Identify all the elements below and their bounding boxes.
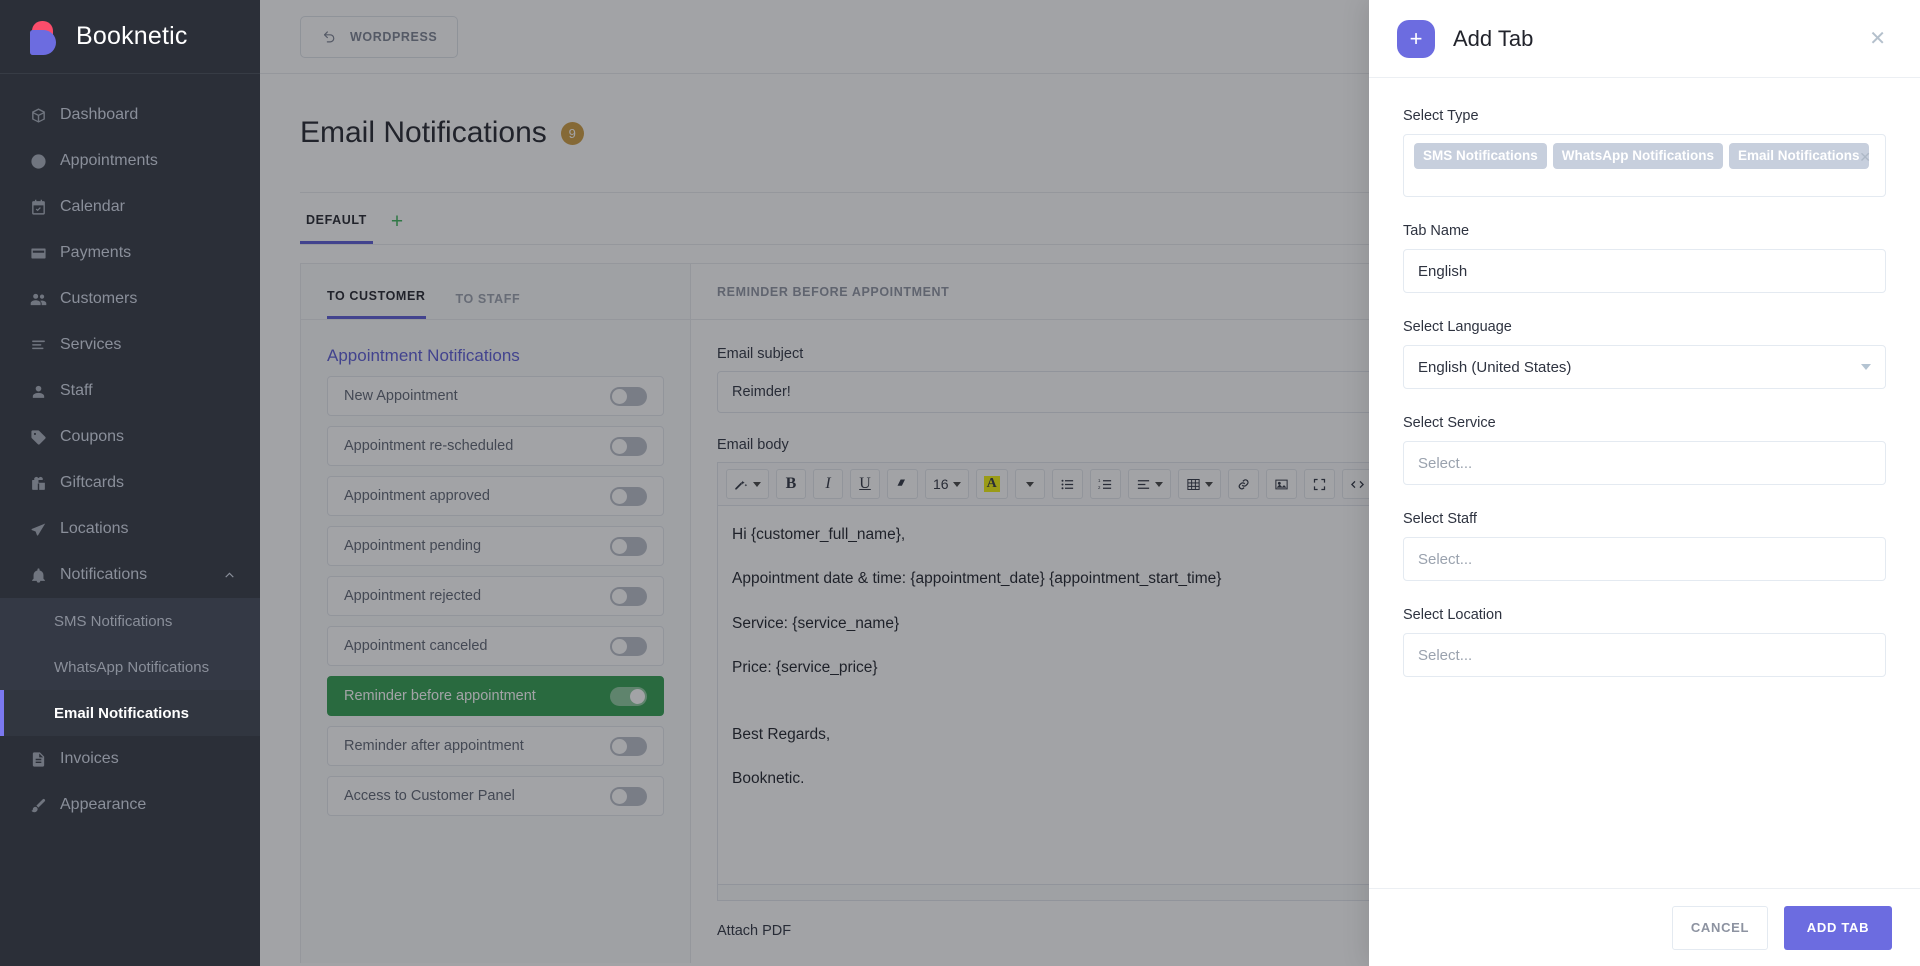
cancel-button[interactable]: CANCEL xyxy=(1672,906,1768,950)
document-icon xyxy=(30,751,60,768)
sidebar-nav: Dashboard Appointments Calendar Payments… xyxy=(0,74,260,828)
drawer-body: Select Type SMS Notifications WhatsApp N… xyxy=(1369,78,1920,888)
drawer-footer: CANCEL ADD TAB xyxy=(1369,888,1920,966)
sidebar-item-email-notifications[interactable]: Email Notifications xyxy=(0,690,260,736)
sidebar-item-label: Services xyxy=(60,336,260,354)
chevron-down-icon xyxy=(1861,364,1871,370)
sidebar-item-label: Appearance xyxy=(60,796,260,814)
sidebar-item-services[interactable]: Services xyxy=(0,322,260,368)
add-tab-drawer: + Add Tab ✕ Select Type SMS Notification… xyxy=(1369,0,1920,966)
tab-name-label: Tab Name xyxy=(1403,223,1886,239)
select-location-label: Select Location xyxy=(1403,607,1886,623)
sidebar-item-label: Invoices xyxy=(60,750,260,768)
users-icon xyxy=(30,291,60,308)
person-icon xyxy=(30,383,60,400)
sidebar-item-appointments[interactable]: Appointments xyxy=(0,138,260,184)
tag-icon xyxy=(30,429,60,446)
sidebar-item-customers[interactable]: Customers xyxy=(0,276,260,322)
selected-language-value: English (United States) xyxy=(1418,359,1571,376)
tab-name-block: Tab Name English xyxy=(1403,223,1886,293)
sidebar-item-notifications[interactable]: Notifications xyxy=(0,552,260,598)
sidebar: Booknetic Dashboard Appointments Calenda… xyxy=(0,0,260,966)
select-staff-block: Select Staff Select... xyxy=(1403,511,1886,581)
plus-icon: + xyxy=(1397,20,1435,58)
select-location-block: Select Location Select... xyxy=(1403,607,1886,677)
chevron-up-icon xyxy=(223,569,236,582)
sidebar-item-label: Payments xyxy=(60,244,260,262)
gift-icon xyxy=(30,475,60,492)
sidebar-item-sms-notifications[interactable]: SMS Notifications xyxy=(0,598,260,644)
sidebar-item-label: Dashboard xyxy=(60,106,260,124)
select-type-block: Select Type SMS Notifications WhatsApp N… xyxy=(1403,108,1886,197)
brand-name: Booknetic xyxy=(76,22,188,51)
sidebar-item-invoices[interactable]: Invoices xyxy=(0,736,260,782)
sidebar-subitem-label: WhatsApp Notifications xyxy=(54,659,209,676)
sidebar-item-label: Coupons xyxy=(60,428,260,446)
select-language-label: Select Language xyxy=(1403,319,1886,335)
drawer-header: + Add Tab ✕ xyxy=(1369,0,1920,78)
sidebar-item-label: Locations xyxy=(60,520,260,538)
sidebar-item-giftcards[interactable]: Giftcards xyxy=(0,460,260,506)
calendar-icon xyxy=(30,199,60,216)
sidebar-item-label: Appointments xyxy=(60,152,260,170)
add-tab-submit-button[interactable]: ADD TAB xyxy=(1784,906,1892,950)
sidebar-item-label: Calendar xyxy=(60,198,260,216)
notifications-submenu: SMS Notifications WhatsApp Notifications… xyxy=(0,598,260,736)
sidebar-item-staff[interactable]: Staff xyxy=(0,368,260,414)
sidebar-item-coupons[interactable]: Coupons xyxy=(0,414,260,460)
sidebar-item-calendar[interactable]: Calendar xyxy=(0,184,260,230)
brush-icon xyxy=(30,797,60,814)
select-service-label: Select Service xyxy=(1403,415,1886,431)
type-tag-sms[interactable]: SMS Notifications xyxy=(1414,143,1547,169)
booknetic-logo-icon xyxy=(30,20,60,54)
clear-tags-icon[interactable]: ✕ xyxy=(1859,149,1871,166)
drawer-title: Add Tab xyxy=(1453,26,1845,52)
sidebar-item-whatsapp-notifications[interactable]: WhatsApp Notifications xyxy=(0,644,260,690)
select-type-tagbox[interactable]: SMS Notifications WhatsApp Notifications… xyxy=(1403,134,1886,197)
select-service-input[interactable]: Select... xyxy=(1403,441,1886,485)
sidebar-item-label: Staff xyxy=(60,382,260,400)
type-tag-whatsapp[interactable]: WhatsApp Notifications xyxy=(1553,143,1723,169)
select-staff-input[interactable]: Select... xyxy=(1403,537,1886,581)
sidebar-item-appearance[interactable]: Appearance xyxy=(0,782,260,828)
box-icon xyxy=(30,107,60,124)
tab-name-input[interactable]: English xyxy=(1403,249,1886,293)
sidebar-item-label: Customers xyxy=(60,290,260,308)
app-root: Booknetic Dashboard Appointments Calenda… xyxy=(0,0,1920,966)
bell-icon xyxy=(30,567,60,584)
sidebar-subitem-label: Email Notifications xyxy=(54,705,189,722)
send-icon xyxy=(30,521,60,538)
close-icon[interactable]: ✕ xyxy=(1863,23,1892,55)
clock-icon xyxy=(30,153,60,170)
type-tag-email[interactable]: Email Notifications xyxy=(1729,143,1869,169)
sidebar-subitem-label: SMS Notifications xyxy=(54,613,172,630)
card-icon xyxy=(30,245,60,262)
list-icon xyxy=(30,337,60,354)
select-language-block: Select Language English (United States) xyxy=(1403,319,1886,389)
select-staff-label: Select Staff xyxy=(1403,511,1886,527)
sidebar-item-dashboard[interactable]: Dashboard xyxy=(0,92,260,138)
sidebar-item-label: Notifications xyxy=(60,566,223,584)
brand: Booknetic xyxy=(0,0,260,74)
select-service-block: Select Service Select... xyxy=(1403,415,1886,485)
sidebar-item-locations[interactable]: Locations xyxy=(0,506,260,552)
select-type-label: Select Type xyxy=(1403,108,1886,124)
sidebar-item-payments[interactable]: Payments xyxy=(0,230,260,276)
select-location-input[interactable]: Select... xyxy=(1403,633,1886,677)
select-language-dropdown[interactable]: English (United States) xyxy=(1403,345,1886,389)
sidebar-item-label: Giftcards xyxy=(60,474,260,492)
